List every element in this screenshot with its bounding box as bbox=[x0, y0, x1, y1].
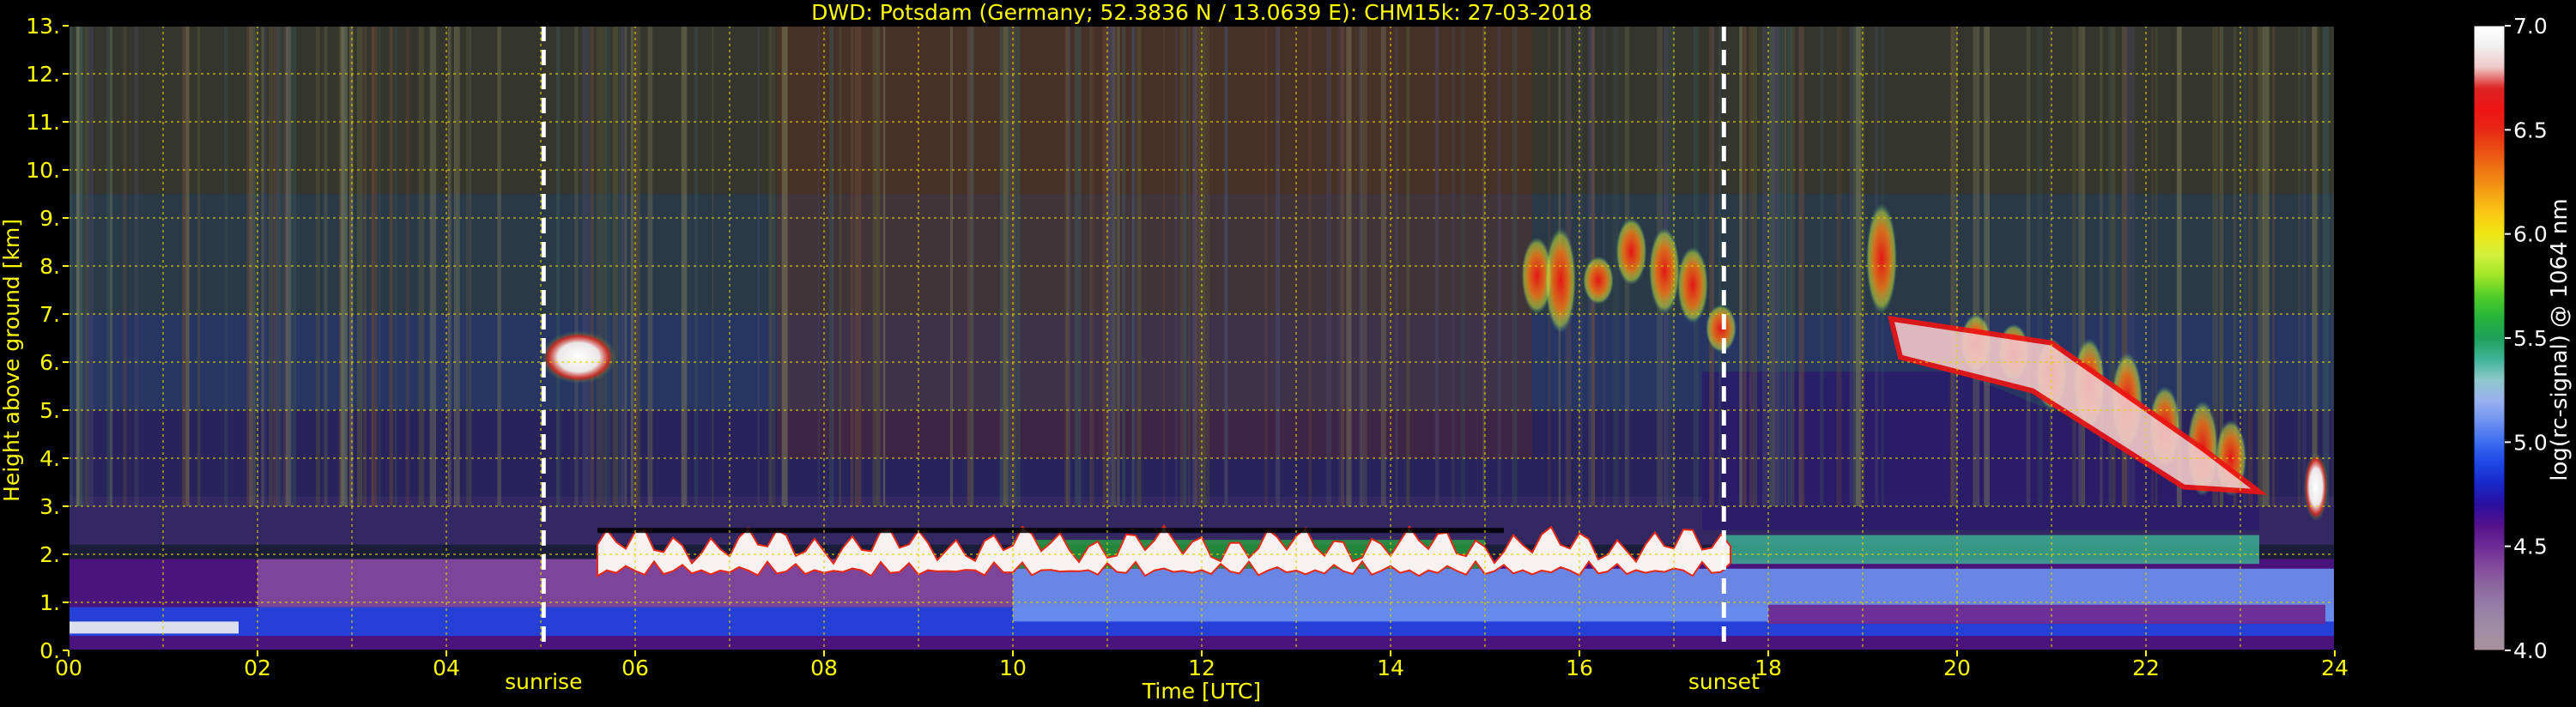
cirrus-fallstreak bbox=[1583, 256, 1614, 305]
evening-layer bbox=[1721, 535, 2259, 565]
colorbar-tick-label: 4.5 bbox=[2513, 535, 2548, 559]
colorbar-tick-label: 5.0 bbox=[2513, 430, 2548, 455]
daytime-noise bbox=[777, 26, 1532, 458]
cirrus-fallstreak bbox=[1649, 227, 1680, 314]
noise-streak bbox=[197, 26, 201, 506]
late-cloud bbox=[2304, 452, 2328, 522]
mid-level-cloud bbox=[541, 330, 616, 384]
y-tick-label: 8. bbox=[39, 254, 60, 279]
chart-title: DWD: Potsdam (Germany; 52.3836 N / 13.06… bbox=[811, 0, 1592, 25]
noise-streak bbox=[1194, 26, 1199, 506]
y-tick-label: 12. bbox=[26, 62, 60, 87]
y-tick-label: 3. bbox=[39, 494, 60, 519]
noise-streak bbox=[264, 26, 267, 506]
noise-streak bbox=[324, 26, 328, 506]
colorbar-tick-label: 6.0 bbox=[2513, 222, 2548, 247]
cirrus-fallstreak bbox=[1677, 246, 1708, 324]
noise-streak bbox=[1711, 26, 1715, 506]
x-tick-label: 18 bbox=[1755, 656, 1782, 680]
y-tick-label: 1. bbox=[39, 590, 60, 615]
colorbar-label: log(rc-signal) @ 1064 nm bbox=[2547, 198, 2573, 480]
y-tick-label: 6. bbox=[39, 350, 60, 375]
nocturnal-layer bbox=[1768, 604, 2325, 625]
noise-streak bbox=[378, 26, 381, 506]
x-tick-label: 02 bbox=[244, 656, 271, 680]
y-tick-label: 7. bbox=[39, 302, 60, 327]
noise-streak bbox=[469, 26, 472, 506]
noise-streak bbox=[497, 26, 501, 506]
y-tick-label: 5. bbox=[39, 398, 60, 423]
noise-streak bbox=[624, 26, 627, 506]
noise-streak bbox=[1820, 26, 1824, 506]
marker-label-sunrise: sunrise bbox=[505, 669, 582, 694]
noise-streak bbox=[389, 26, 393, 506]
x-tick-label: 20 bbox=[1943, 656, 1971, 680]
marker-label-sunset: sunset bbox=[1688, 669, 1760, 694]
noise-streak bbox=[757, 26, 760, 506]
x-tick-label: 08 bbox=[810, 656, 838, 680]
noise-streak bbox=[2331, 26, 2334, 506]
x-tick-label: 12 bbox=[1188, 656, 1215, 680]
x-tick-label: 10 bbox=[999, 656, 1027, 680]
cirrus-fallstreak bbox=[1615, 218, 1647, 286]
x-tick-label: 22 bbox=[2132, 656, 2160, 680]
x-axis-label: Time [UTC] bbox=[1142, 679, 1261, 704]
x-tick-label: 24 bbox=[2321, 656, 2349, 680]
x-tick-label: 04 bbox=[433, 656, 460, 680]
noise-streak bbox=[882, 26, 886, 506]
noise-streak bbox=[630, 26, 634, 506]
y-tick-label: 11. bbox=[26, 110, 60, 135]
cirrus-fallstreak bbox=[1706, 304, 1737, 353]
ceilometer-figure: sunrise sunset 0.1.2.3.4.5.6.7.8.9.10.11.… bbox=[0, 0, 2573, 704]
surface-layer-night bbox=[69, 621, 239, 634]
y-tick-label: 13. bbox=[26, 14, 60, 39]
y-axis-label: Height above ground [km] bbox=[0, 219, 24, 502]
y-tick-label: 4. bbox=[39, 446, 60, 471]
x-tick-label: 14 bbox=[1377, 656, 1404, 680]
noise-streak bbox=[817, 26, 820, 506]
colorbar-tick-label: 6.5 bbox=[2513, 118, 2548, 142]
cirrus-fallstreak bbox=[1866, 203, 1897, 314]
y-tick-label: 9. bbox=[39, 206, 60, 231]
noise-streak bbox=[1718, 26, 1721, 506]
cloud-top-shadow bbox=[597, 528, 1504, 534]
colorbar: 4.0 4.5 5.0 5.5 6.0 6.5 7.0 bbox=[2473, 14, 2548, 663]
noise-streak bbox=[1434, 26, 1440, 506]
noise-streak bbox=[1784, 26, 1787, 506]
colorbar-scale bbox=[2473, 25, 2506, 651]
y-tick-label: 10. bbox=[26, 158, 60, 183]
x-tick-label: 00 bbox=[55, 656, 82, 680]
noise-streak bbox=[618, 26, 621, 506]
colorbar-tick-label: 7.0 bbox=[2513, 14, 2548, 39]
colorbar-tick-label: 4.0 bbox=[2513, 638, 2548, 663]
x-tick-label: 16 bbox=[1566, 656, 1593, 680]
x-tick-label: 06 bbox=[621, 656, 649, 680]
colorbar-tick-label: 5.5 bbox=[2513, 326, 2548, 351]
noise-streak bbox=[349, 26, 352, 506]
noise-streak bbox=[1849, 26, 1853, 506]
cirrus-fallstreak bbox=[1545, 227, 1576, 334]
y-tick-label: 2. bbox=[39, 542, 60, 567]
